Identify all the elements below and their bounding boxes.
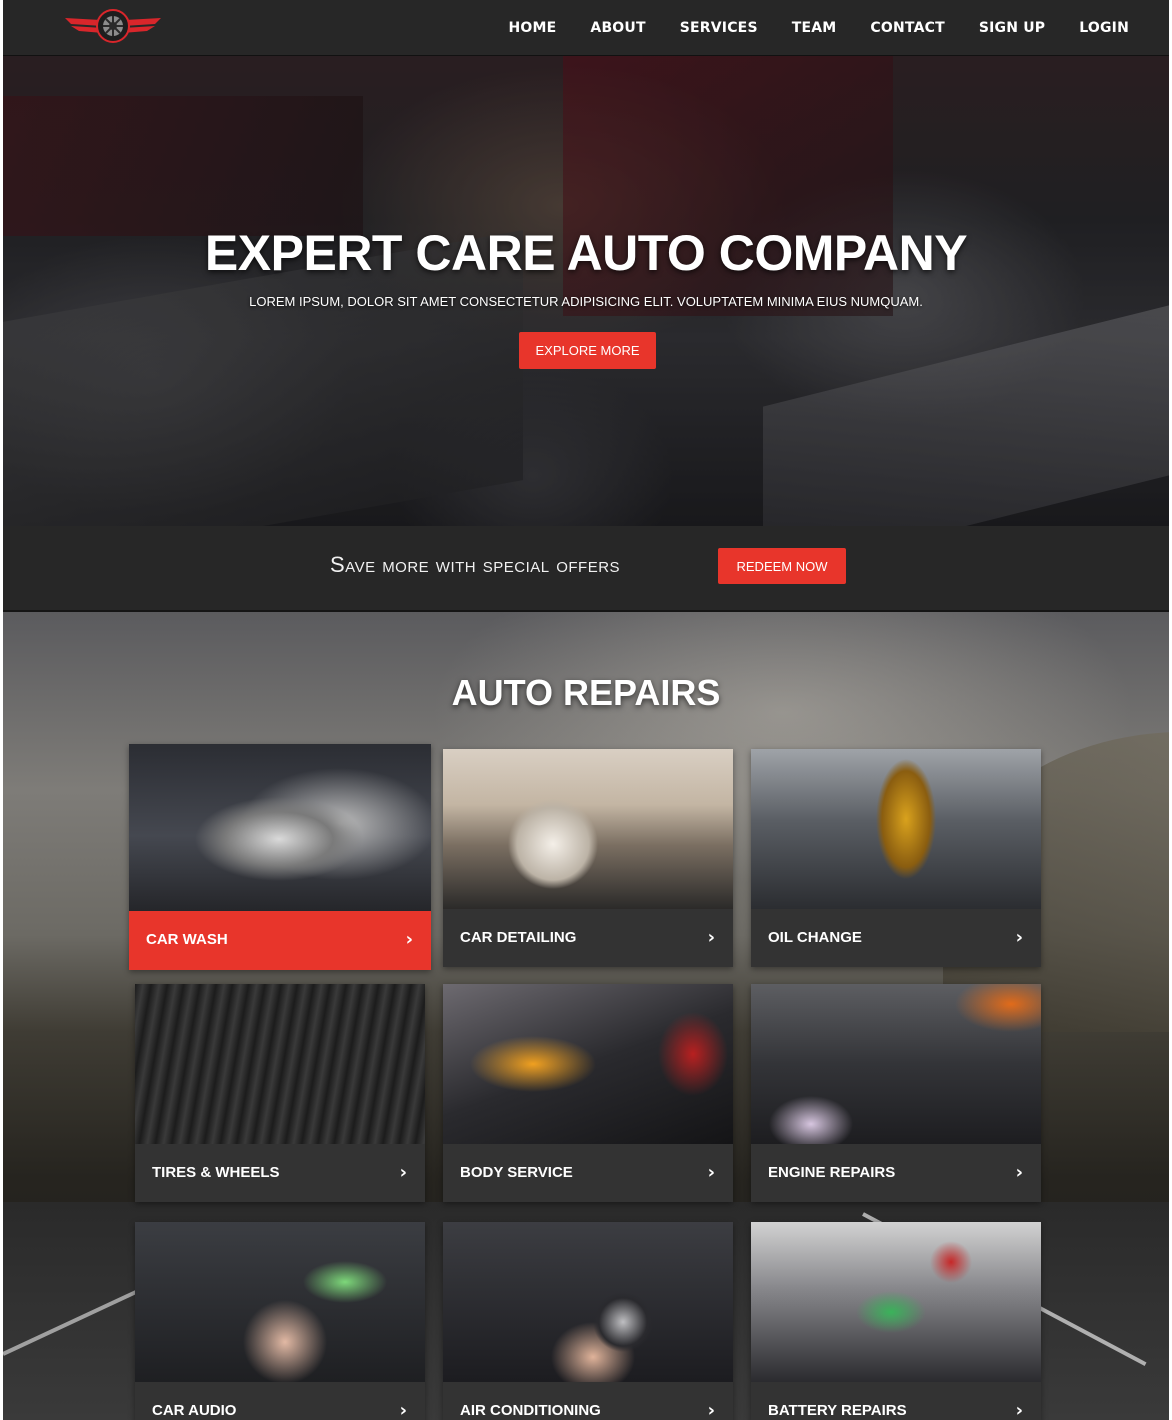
navbar: HOME ABOUT SERVICES TEAM CONTACT SIGN UP… xyxy=(3,0,1169,56)
chevron-right-icon: › xyxy=(1015,927,1023,948)
service-card-air-conditioning[interactable]: AIR CONDITIONING › xyxy=(443,1222,733,1420)
service-card-tires-wheels[interactable]: TIRES & WHEELS › xyxy=(135,984,425,1202)
service-card-bar: ENGINE REPAIRS › xyxy=(751,1144,1041,1202)
nav-menu: HOME ABOUT SERVICES TEAM CONTACT SIGN UP… xyxy=(474,0,1129,56)
ac-dial-photo xyxy=(443,1222,733,1382)
service-card-bar: BODY SERVICE › xyxy=(443,1144,733,1202)
car-polish-photo xyxy=(443,984,733,1144)
service-card-label: BATTERY REPAIRS xyxy=(768,1402,907,1419)
service-card-bar: AIR CONDITIONING › xyxy=(443,1382,733,1420)
service-card-bar: CAR WASH › xyxy=(129,911,431,970)
service-card-engine-repairs[interactable]: ENGINE REPAIRS › xyxy=(751,984,1041,1202)
tires-photo xyxy=(135,984,425,1144)
service-card-car-wash[interactable]: CAR WASH › xyxy=(129,744,431,970)
chevron-right-icon: › xyxy=(405,929,413,950)
car-stereo-photo xyxy=(135,1222,425,1382)
service-card-label: CAR DETAILING xyxy=(460,929,577,946)
engine-bay-photo xyxy=(751,984,1041,1144)
service-card-bar: CAR AUDIO › xyxy=(135,1382,425,1420)
nav-login[interactable]: LOGIN xyxy=(1079,20,1129,36)
offers-text: Save more with special offers xyxy=(330,552,621,577)
service-card-bar: OIL CHANGE › xyxy=(751,909,1041,967)
service-card-label: ENGINE REPAIRS xyxy=(768,1164,896,1181)
battery-charger-photo xyxy=(751,1222,1041,1382)
car-wash-photo xyxy=(129,744,431,911)
section-title: AUTO REPAIRS xyxy=(451,672,721,713)
redeem-now-button[interactable]: REDEEM NOW xyxy=(718,548,846,584)
hero-title: EXPERT CARE AUTO COMPANY xyxy=(204,225,968,281)
nav-home[interactable]: HOME xyxy=(508,20,556,36)
car-interior-photo xyxy=(443,749,733,909)
explore-more-button[interactable]: EXPLORE MORE xyxy=(519,332,656,369)
service-card-label: CAR AUDIO xyxy=(152,1402,237,1419)
chevron-right-icon: › xyxy=(399,1162,407,1183)
hero-banner: EXPERT CARE AUTO COMPANY LOREM IPSUM, DO… xyxy=(3,56,1169,526)
service-card-label: TIRES & WHEELS xyxy=(152,1164,280,1181)
offers-banner: Save more with special offers REDEEM NOW xyxy=(3,526,1169,612)
nav-services[interactable]: SERVICES xyxy=(680,20,758,36)
service-card-oil-change[interactable]: OIL CHANGE › xyxy=(751,749,1041,967)
page-frame: HOME ABOUT SERVICES TEAM CONTACT SIGN UP… xyxy=(3,0,1169,1420)
hero-subtitle: LOREM IPSUM, DOLOR SIT AMET CONSECTETUR … xyxy=(249,294,923,309)
nav-about[interactable]: ABOUT xyxy=(590,20,645,36)
service-card-bar: TIRES & WHEELS › xyxy=(135,1144,425,1202)
oil-pour-photo xyxy=(751,749,1041,909)
chevron-right-icon: › xyxy=(1015,1400,1023,1420)
service-card-bar: BATTERY REPAIRS › xyxy=(751,1382,1041,1420)
service-card-car-audio[interactable]: CAR AUDIO › xyxy=(135,1222,425,1420)
nav-contact[interactable]: CONTACT xyxy=(870,20,944,36)
service-card-label: OIL CHANGE xyxy=(768,929,862,946)
chevron-right-icon: › xyxy=(1015,1162,1023,1183)
service-card-car-detailing[interactable]: CAR DETAILING › xyxy=(443,749,733,967)
nav-team[interactable]: TEAM xyxy=(792,20,837,36)
service-card-bar: CAR DETAILING › xyxy=(443,909,733,967)
service-card-body-service[interactable]: BODY SERVICE › xyxy=(443,984,733,1202)
chevron-right-icon: › xyxy=(707,1400,715,1420)
chevron-right-icon: › xyxy=(707,1162,715,1183)
service-card-label: AIR CONDITIONING xyxy=(460,1402,601,1419)
service-card-label: CAR WASH xyxy=(146,931,228,948)
service-card-label: BODY SERVICE xyxy=(460,1164,573,1181)
chevron-right-icon: › xyxy=(399,1400,407,1420)
nav-sign-up[interactable]: SIGN UP xyxy=(979,20,1045,36)
logo-wheel-wings-icon[interactable] xyxy=(63,6,163,46)
hero-overlay xyxy=(3,56,1169,526)
chevron-right-icon: › xyxy=(707,927,715,948)
auto-repairs-section: AUTO REPAIRS CAR WASH › CAR DETAILING › … xyxy=(3,612,1169,1420)
service-card-battery-repairs[interactable]: BATTERY REPAIRS › xyxy=(751,1222,1041,1420)
